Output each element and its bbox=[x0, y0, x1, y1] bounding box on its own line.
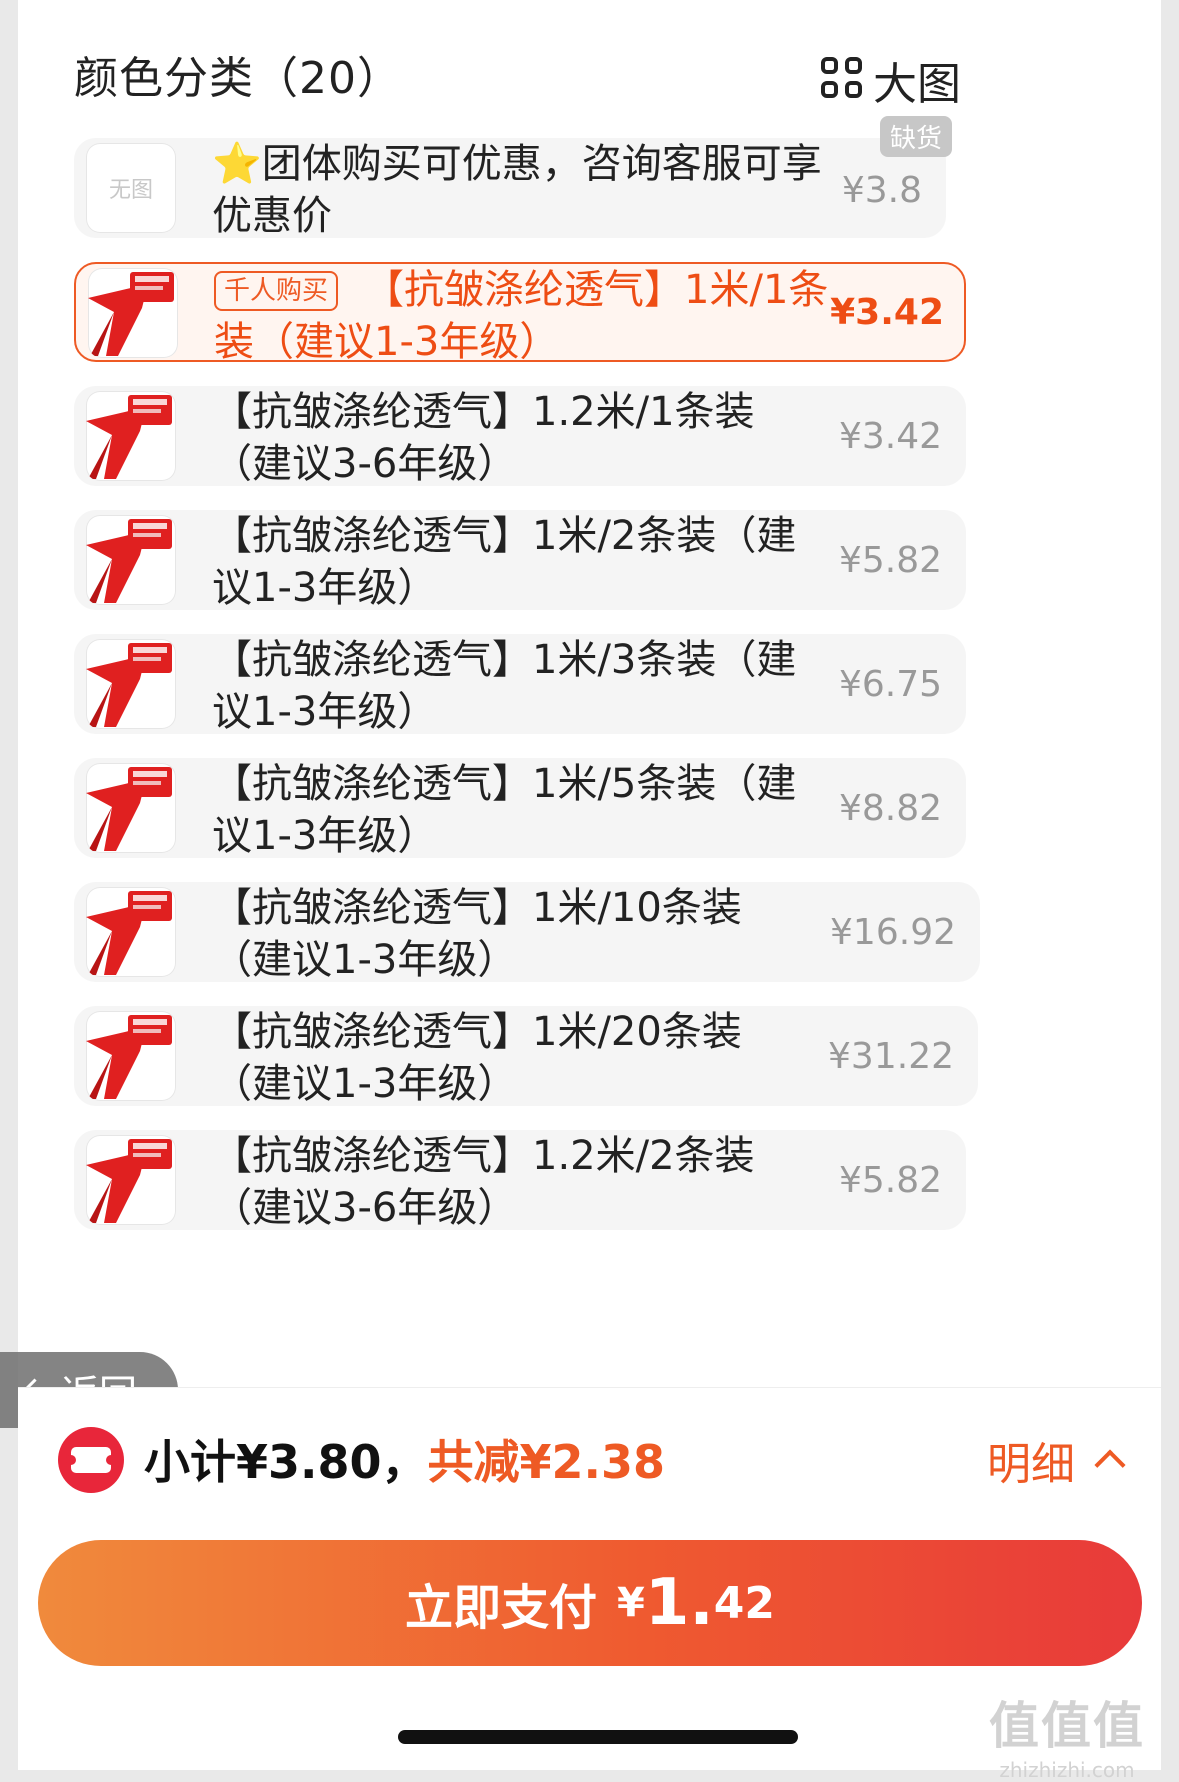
option-label: 【抗皱涤纶透气】1米/5条装（建议1-3年级） bbox=[212, 761, 797, 859]
option-price: ¥31.22 bbox=[828, 1036, 954, 1077]
option-item[interactable]: 【抗皱涤纶透气】1米/10条装（建议1-3年级） ¥16.92 bbox=[74, 882, 980, 983]
pay-currency: ¥ bbox=[617, 1580, 645, 1626]
watermark-logo: 值值值 bbox=[989, 1697, 1145, 1755]
option-price: ¥3.8 bbox=[841, 170, 922, 211]
pay-label: 立即支付 bbox=[405, 1580, 598, 1636]
product-thumbnail bbox=[86, 515, 176, 605]
option-item[interactable]: 【抗皱涤纶透气】1.2米/1条装（建议3-6年级） ¥3.42 bbox=[74, 386, 966, 487]
product-thumbnail bbox=[86, 1011, 176, 1101]
popular-badge: 千人购买 bbox=[214, 271, 339, 311]
home-indicator bbox=[398, 1730, 798, 1744]
option-label: 【抗皱涤纶透气】1米/20条装（建议1-3年级） bbox=[212, 1009, 742, 1107]
option-item-selected[interactable]: 千人购买 【抗皱涤纶透气】1米/1条装（建议1-3年级） ¥3.42 bbox=[74, 262, 966, 365]
option-label: 【抗皱涤纶透气】1米/2条装（建议1-3年级） bbox=[212, 513, 797, 611]
watermark-url: zhizhizhi.com bbox=[999, 1758, 1135, 1782]
option-price: ¥5.82 bbox=[838, 540, 942, 581]
pay-amount-int: 1. bbox=[644, 1566, 714, 1640]
option-label: ⭐团体购买可优惠，咨询客服可享优惠价 bbox=[212, 141, 822, 239]
big-image-label: 大图 bbox=[873, 59, 961, 110]
grid-icon bbox=[821, 57, 867, 103]
option-item[interactable]: 【抗皱涤纶透气】1米/5条装（建议1-3年级） ¥8.82 bbox=[74, 758, 966, 859]
discount-amount: 共减¥2.38 bbox=[427, 1435, 666, 1489]
option-label: 千人购买 【抗皱涤纶透气】1米/1条装（建议1-3年级） bbox=[214, 267, 829, 365]
option-label: 【抗皱涤纶透气】1米/3条装（建议1-3年级） bbox=[212, 637, 797, 735]
sheet-title: 颜色分类（20） bbox=[74, 53, 402, 104]
option-item[interactable]: 【抗皱涤纶透气】1米/20条装（建议1-3年级） ¥31.22 bbox=[74, 1006, 978, 1107]
option-item[interactable]: 无图 ⭐团体购买可优惠，咨询客服可享优惠价 ¥3.8 缺货 bbox=[74, 116, 952, 239]
option-label: 【抗皱涤纶透气】1米/10条装（建议1-3年级） bbox=[212, 885, 742, 983]
option-price: ¥8.82 bbox=[838, 788, 942, 829]
product-thumbnail bbox=[86, 887, 176, 977]
product-thumbnail bbox=[88, 268, 178, 358]
subtotal-amount: 小计¥3.80， bbox=[144, 1435, 428, 1489]
pay-amount-dec: 42 bbox=[713, 1577, 775, 1629]
option-price: ¥16.92 bbox=[830, 912, 956, 953]
option-price: ¥5.82 bbox=[838, 1160, 942, 1201]
coupon-icon bbox=[58, 1427, 124, 1493]
option-item[interactable]: 【抗皱涤纶透气】1米/3条装（建议1-3年级） ¥6.75 bbox=[74, 634, 966, 735]
watermark: 值值值 zhizhizhi.com bbox=[989, 1686, 1145, 1782]
product-thumbnail bbox=[86, 1135, 176, 1225]
option-label: 【抗皱涤纶透气】1.2米/1条装（建议3-6年级） bbox=[212, 389, 755, 487]
pay-now-button[interactable]: 立即支付 ¥ 1. 42 bbox=[38, 1540, 1142, 1666]
product-thumbnail bbox=[86, 763, 176, 853]
option-item[interactable]: 【抗皱涤纶透气】1.2米/2条装（建议3-6年级） ¥5.82 bbox=[74, 1130, 966, 1231]
option-price: ¥3.42 bbox=[838, 416, 942, 457]
out-of-stock-badge: 缺货 bbox=[879, 116, 952, 157]
option-price: ¥3.42 bbox=[830, 292, 944, 333]
big-image-toggle[interactable]: 大图 bbox=[821, 48, 961, 112]
option-price: ¥6.75 bbox=[838, 664, 942, 705]
chevron-up-icon bbox=[1094, 1449, 1126, 1481]
option-item[interactable]: 【抗皱涤纶透气】1米/2条装（建议1-3年级） ¥5.82 bbox=[74, 510, 966, 611]
detail-label: 明细 bbox=[987, 1439, 1075, 1490]
subtotal-text: 小计¥3.80，共减¥2.38 bbox=[144, 1426, 665, 1492]
checkout-footer: 小计¥3.80，共减¥2.38 明细 立即支付 ¥ 1. 42 值值值 zhiz… bbox=[18, 1387, 1161, 1782]
option-label: 【抗皱涤纶透气】1.2米/2条装（建议3-6年级） bbox=[212, 1133, 755, 1231]
product-thumbnail bbox=[86, 639, 176, 729]
product-thumbnail bbox=[86, 391, 176, 481]
detail-button[interactable]: 明细 bbox=[987, 1428, 1126, 1492]
no-image-placeholder: 无图 bbox=[86, 143, 176, 233]
